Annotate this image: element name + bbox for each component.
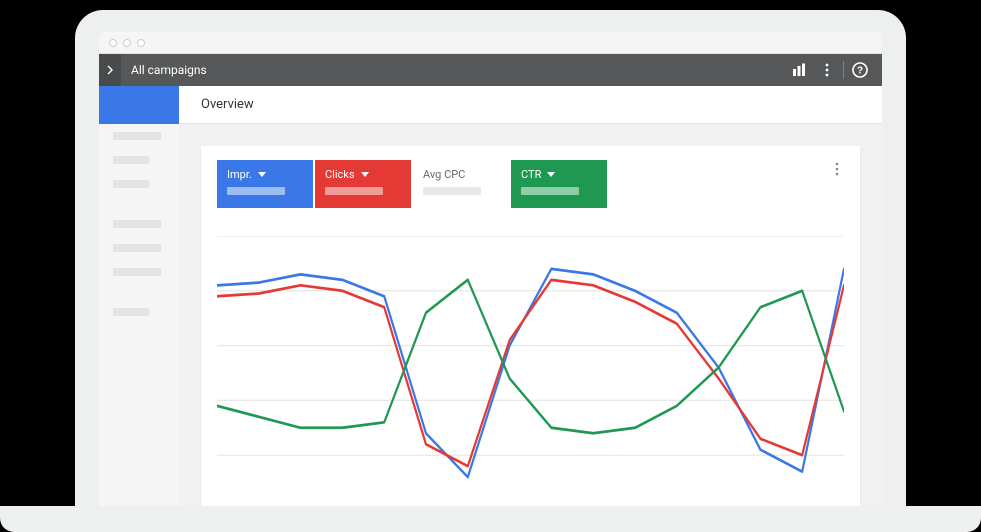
breadcrumb-expand-icon[interactable] <box>99 54 121 86</box>
caret-down-icon <box>258 172 266 177</box>
content-area: Impr. Clicks Avg CPC CTR <box>179 124 882 510</box>
sidebar-item-placeholder[interactable] <box>113 220 161 228</box>
overview-card: Impr. Clicks Avg CPC CTR <box>201 146 860 510</box>
traffic-light-zoom[interactable] <box>137 39 145 47</box>
traffic-light-minimize[interactable] <box>123 39 131 47</box>
laptop-frame: All campaigns ? <box>75 10 906 510</box>
sidebar-item-placeholder[interactable] <box>113 244 161 252</box>
sidebar-item-placeholder[interactable] <box>113 156 149 164</box>
help-icon[interactable]: ? <box>846 56 874 84</box>
more-vert-icon[interactable] <box>813 56 841 84</box>
chart-series-ctr <box>217 280 844 433</box>
metric-value-placeholder <box>521 187 579 195</box>
svg-text:?: ? <box>857 65 863 76</box>
metric-value-placeholder <box>227 187 285 195</box>
sidebar-active-tab[interactable] <box>99 86 179 124</box>
metric-selector-row: Impr. Clicks Avg CPC CTR <box>217 160 844 208</box>
metric-chip-avg-cpc: Avg CPC <box>413 160 509 208</box>
left-sidebar <box>99 86 179 510</box>
performance-chart <box>217 236 844 510</box>
app-topbar: All campaigns ? <box>99 54 882 86</box>
screen: All campaigns ? <box>99 32 882 510</box>
metric-chip-clicks[interactable]: Clicks <box>315 160 411 208</box>
topbar-divider <box>843 61 844 79</box>
metric-chip-impr-[interactable]: Impr. <box>217 160 313 208</box>
sidebar-item-placeholder[interactable] <box>113 180 149 188</box>
metric-value-placeholder <box>325 187 383 195</box>
metric-value-placeholder <box>423 187 481 195</box>
breadcrumb-title[interactable]: All campaigns <box>131 63 207 77</box>
metric-label: Impr. <box>227 168 252 181</box>
caret-down-icon <box>547 172 555 177</box>
card-more-icon[interactable] <box>828 160 846 178</box>
sidebar-item-placeholder[interactable] <box>113 308 149 316</box>
metric-label: CTR <box>521 168 541 181</box>
page-title: Overview <box>179 86 882 124</box>
main-area: Overview Impr. Clicks Avg CPC CTR <box>179 86 882 510</box>
window-titlebar <box>99 32 882 54</box>
metric-chip-ctr[interactable]: CTR <box>511 160 607 208</box>
reports-icon[interactable] <box>785 56 813 84</box>
metric-label: Clicks <box>325 168 355 181</box>
chart-series-impr- <box>217 269 844 477</box>
caret-down-icon <box>361 172 369 177</box>
traffic-light-close[interactable] <box>109 39 117 47</box>
metric-label: Avg CPC <box>423 168 465 181</box>
sidebar-item-placeholder[interactable] <box>113 132 161 140</box>
laptop-base <box>0 506 981 532</box>
sidebar-item-placeholder[interactable] <box>113 268 161 276</box>
